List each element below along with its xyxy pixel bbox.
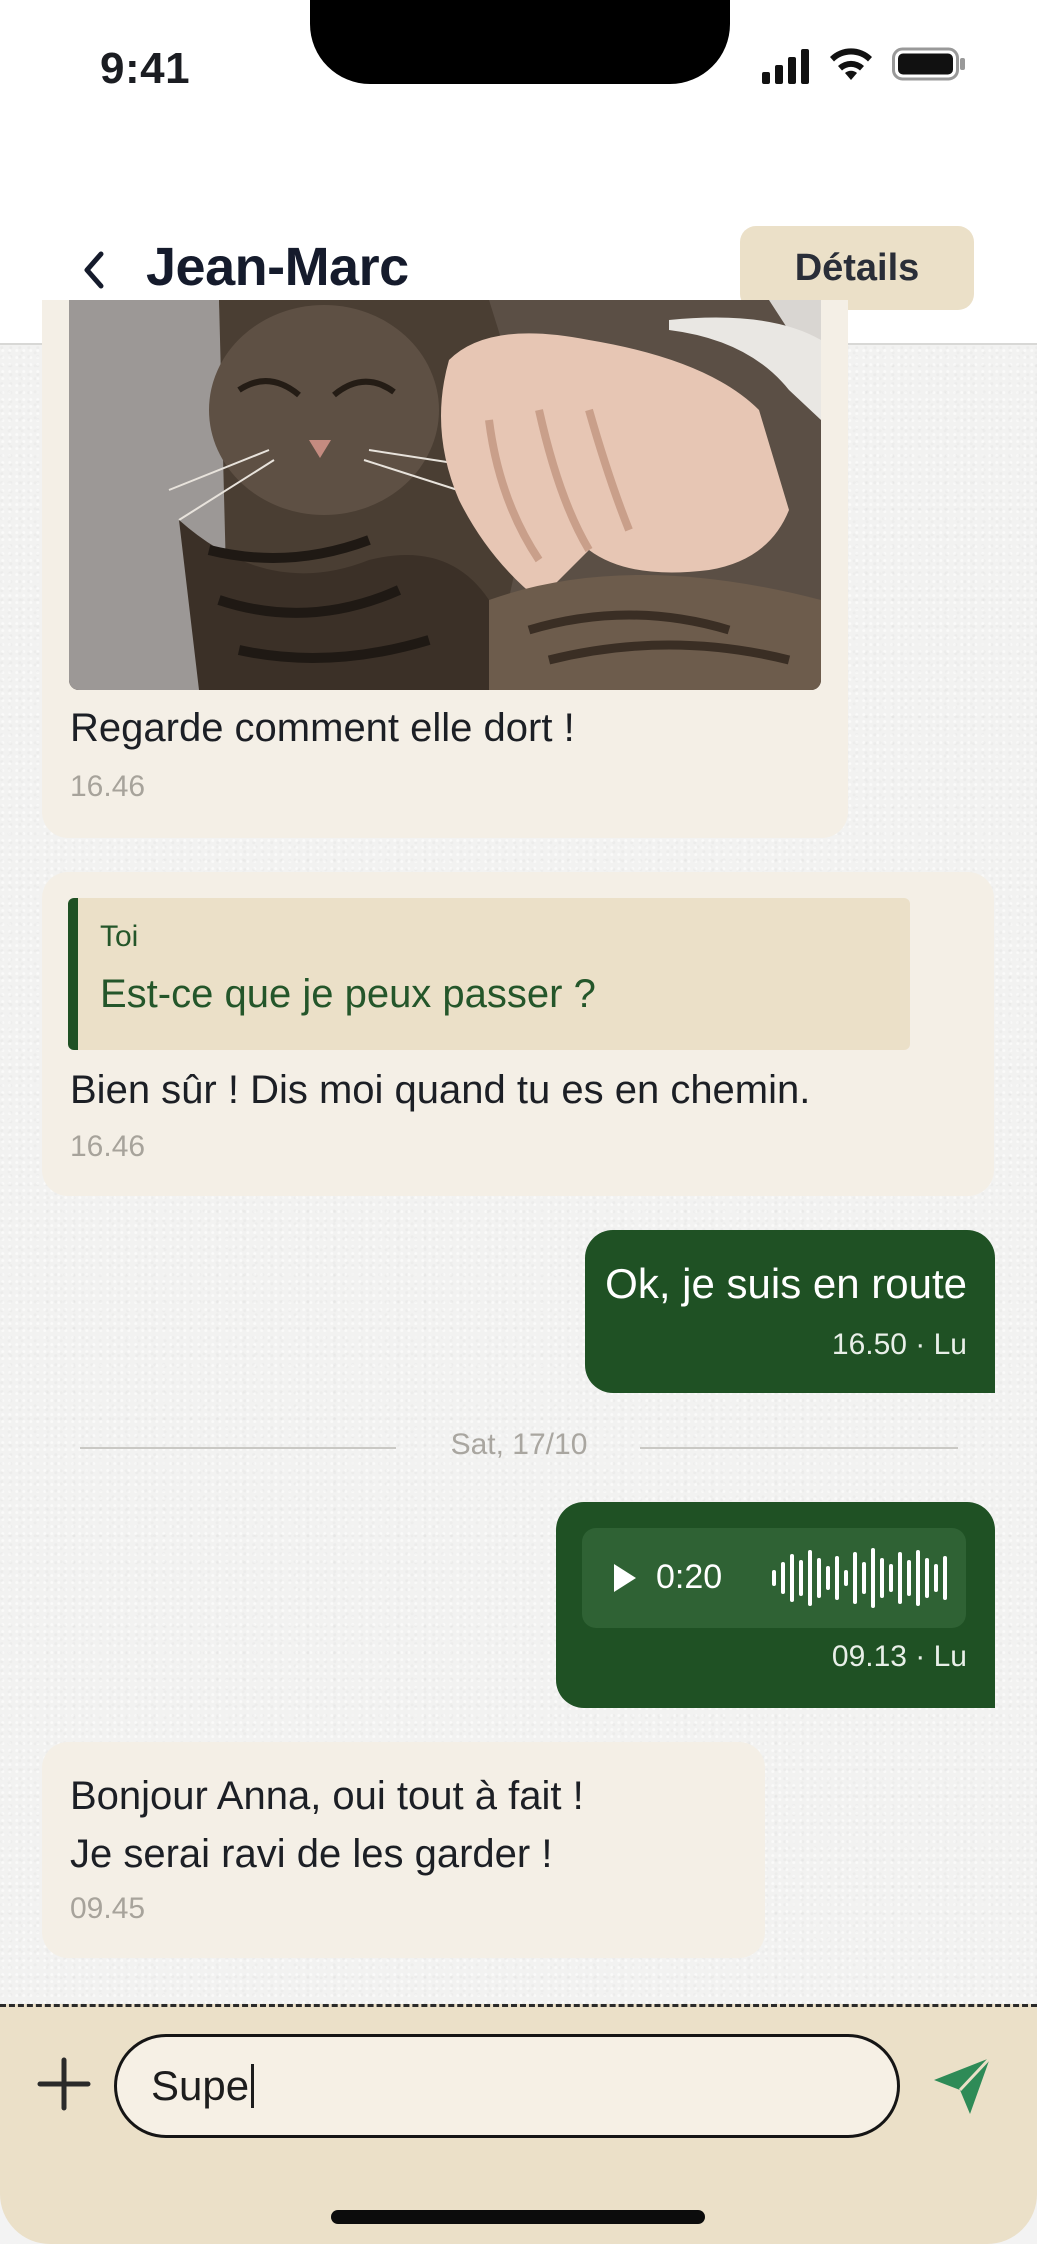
status-bar: 9:41 <box>0 0 1037 130</box>
back-button[interactable] <box>70 240 116 300</box>
cat-photo[interactable] <box>69 300 821 690</box>
composer-divider <box>0 2004 1037 2007</box>
incoming-text-message: Bonjour Anna, oui tout à fait ! Je serai… <box>42 1742 765 1958</box>
battery-icon <box>892 47 965 81</box>
incoming-photo-message: Regarde comment elle dort ! 16.46 <box>42 300 848 838</box>
message-time: 09.45 <box>70 1892 146 1925</box>
wifi-icon <box>830 48 872 80</box>
quoted-message[interactable]: Toi Est-ce que je peux passer ? <box>68 898 910 1050</box>
home-indicator <box>331 2210 705 2224</box>
message-meta: 09.13 · Lu <box>831 1640 967 1673</box>
message-text: Bien sûr ! Dis moi quand tu es en chemin… <box>70 1068 811 1112</box>
status-time: 9:41 <box>100 44 191 93</box>
send-icon[interactable] <box>930 2054 994 2118</box>
date-separator: Sat, 17/10 <box>80 1424 958 1470</box>
notch <box>310 0 730 84</box>
waveform-icon <box>772 1548 947 1608</box>
audio-duration: 0:20 <box>656 1558 723 1596</box>
details-button[interactable]: Détails <box>740 226 974 310</box>
cellular-signal-icon <box>762 49 809 84</box>
separator-line <box>640 1447 958 1449</box>
message-text: Ok, je suis en route <box>605 1260 967 1307</box>
message-text: Regarde comment elle dort ! <box>70 706 575 750</box>
text-caret <box>251 2064 255 2108</box>
message-composer: Supe <box>0 2004 1037 2244</box>
chat-screen: 9:41 Jean-Marc Détails Regarde comment e… <box>0 0 1037 2244</box>
cat-photo-illustration <box>69 300 821 690</box>
message-input-value: Supe <box>151 2062 250 2109</box>
incoming-reply-message: Toi Est-ce que je peux passer ? Bien sûr… <box>42 872 994 1196</box>
message-time: 16.46 <box>70 1130 146 1163</box>
quoted-author: Toi <box>100 920 139 953</box>
chevron-left-icon <box>84 251 104 289</box>
message-text-line: Je serai ravi de les garder ! <box>70 1832 553 1876</box>
outgoing-text-message: Ok, je suis en route 16.50 · Lu <box>585 1230 995 1393</box>
play-icon[interactable] <box>612 1562 638 1594</box>
quoted-text: Est-ce que je peux passer ? <box>100 972 596 1016</box>
audio-player[interactable]: 0:20 <box>582 1528 966 1628</box>
message-text-line: Bonjour Anna, oui tout à fait ! <box>70 1774 584 1818</box>
message-input[interactable]: Supe <box>114 2034 900 2138</box>
message-time: 16.46 <box>70 770 146 803</box>
outgoing-audio-message: 0:20 09.13 · Lu <box>556 1502 995 1708</box>
plus-icon[interactable] <box>36 2056 92 2112</box>
contact-name: Jean-Marc <box>146 237 409 297</box>
date-label: Sat, 17/10 <box>450 1428 588 1461</box>
message-meta: 16.50 · Lu <box>831 1328 967 1361</box>
